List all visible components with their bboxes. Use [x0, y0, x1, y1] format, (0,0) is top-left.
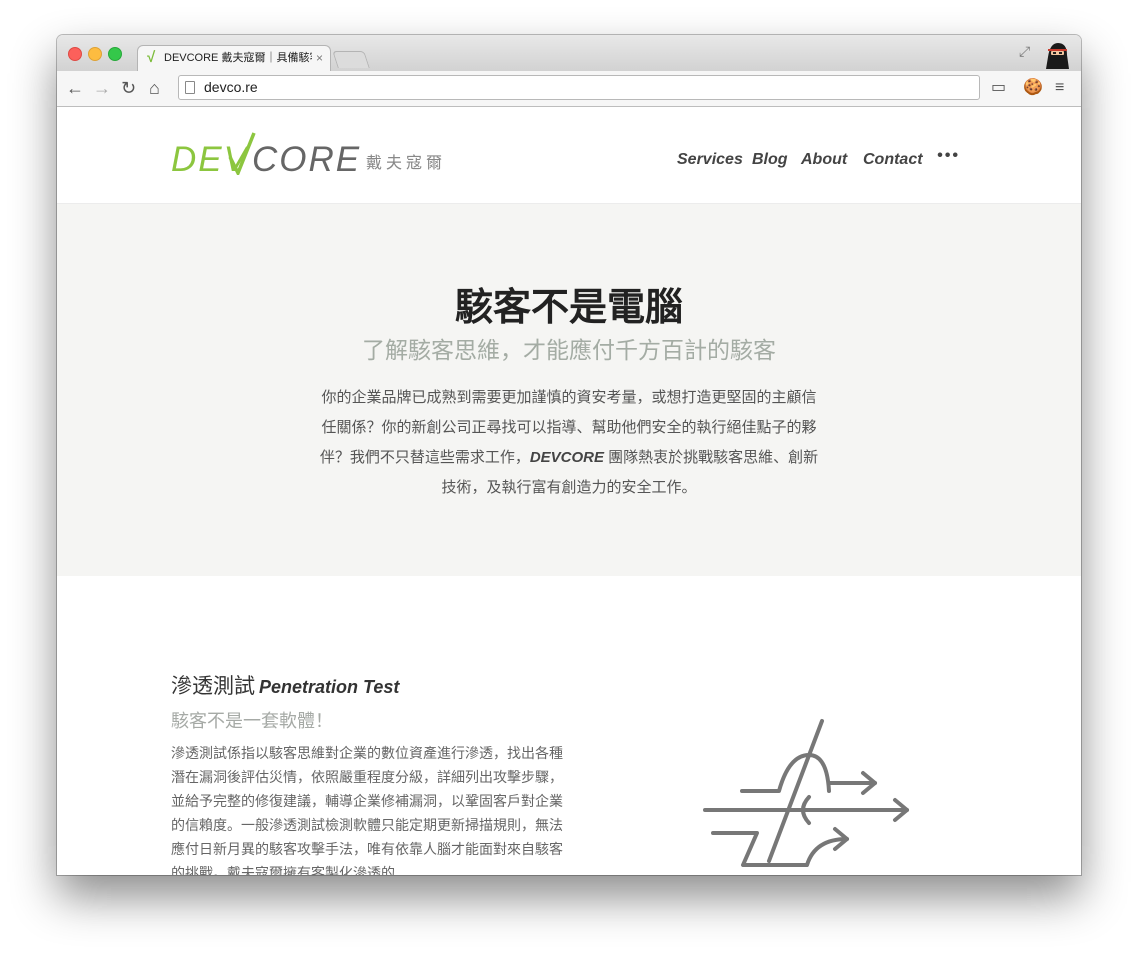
browser-window: √ DEVCORE 戴夫寇爾｜具備駭客 × ⤢ ← → ↻ ⌂ devco.re…: [57, 35, 1081, 875]
forward-arrow-icon[interactable]: →: [93, 77, 111, 99]
nav-blog[interactable]: Blog: [752, 151, 788, 169]
page-icon: [185, 81, 195, 94]
fullscreen-icon[interactable]: ⤢: [1019, 43, 1030, 60]
browser-toolbar: ← → ↻ ⌂ devco.re ▭ 🍪 ≡: [57, 71, 1081, 107]
pentest-heading: 滲透測試 Penetration Test: [171, 670, 399, 700]
hamburger-menu-icon[interactable]: ≡: [1055, 78, 1064, 98]
pentest-subtitle: 駭客不是一套軟體！: [171, 711, 333, 731]
address-bar[interactable]: devco.re: [178, 75, 980, 100]
hero-section: 駭客不是電腦 了解駭客思維，才能應付千方百計的駭客 你的企業品牌已成熟到需要更加…: [57, 204, 1081, 576]
close-window-button[interactable]: [68, 47, 82, 61]
pentest-section: 滲透測試 Penetration Test 駭客不是一套軟體！ 滲透測試係指以駭客…: [57, 576, 1081, 875]
minimize-window-button[interactable]: [88, 47, 102, 61]
pentest-body: 滲透測試係指以駭客思維對企業的數位資產進行滲透，找出各種潛在漏洞後評估災情，依照…: [171, 745, 563, 875]
ninja-avatar-icon[interactable]: [1042, 39, 1072, 69]
devcore-favicon-icon: √: [147, 49, 156, 66]
tab-title: DEVCORE 戴夫寇爾｜具備駭客: [164, 52, 312, 64]
zoom-window-button[interactable]: [108, 47, 122, 61]
hero-body: 你的企業品牌已成熟到需要更加謹慎的資安考量，或想打造更堅固的主顧信任關係？你的新…: [319, 383, 819, 503]
nav-about[interactable]: About: [801, 151, 847, 169]
logo-chinese-name: 戴夫寇爾: [366, 155, 447, 172]
hero-body-brand: DEVCORE: [529, 449, 605, 466]
pentest-title-en: Penetration Test: [259, 677, 400, 697]
cast-icon[interactable]: ▭: [991, 78, 1006, 98]
hero-title: 駭客不是電腦: [454, 287, 683, 329]
tab-strip: √ DEVCORE 戴夫寇爾｜具備駭客 × ⤢: [57, 35, 1081, 71]
tab-close-icon[interactable]: ×: [316, 46, 323, 70]
home-icon[interactable]: ⌂: [149, 77, 160, 99]
logo-core-text: CORE: [252, 140, 362, 179]
nav-contact[interactable]: Contact: [863, 151, 923, 169]
site-header: DEV CORE 戴夫寇爾 Services Blog About Contac…: [57, 107, 1081, 204]
cookie-extension-icon[interactable]: 🍪: [1023, 78, 1043, 98]
reload-icon[interactable]: ↻: [121, 77, 136, 99]
nav-services[interactable]: Services: [677, 151, 743, 169]
pentest-title-cn: 滲透測試: [171, 675, 255, 698]
tab-devcore[interactable]: √ DEVCORE 戴夫寇爾｜具備駭客 ×: [137, 45, 331, 71]
new-tab-button[interactable]: [332, 51, 370, 68]
web-page: DEV CORE 戴夫寇爾 Services Blog About Contac…: [57, 107, 1081, 875]
url-text[interactable]: devco.re: [204, 76, 258, 99]
hero-subtitle: 了解駭客思維，才能應付千方百計的駭客: [362, 337, 776, 363]
penetration-arrows-icon: [703, 719, 909, 867]
back-arrow-icon[interactable]: ←: [66, 77, 84, 99]
nav-more-icon[interactable]: •••: [937, 147, 960, 165]
